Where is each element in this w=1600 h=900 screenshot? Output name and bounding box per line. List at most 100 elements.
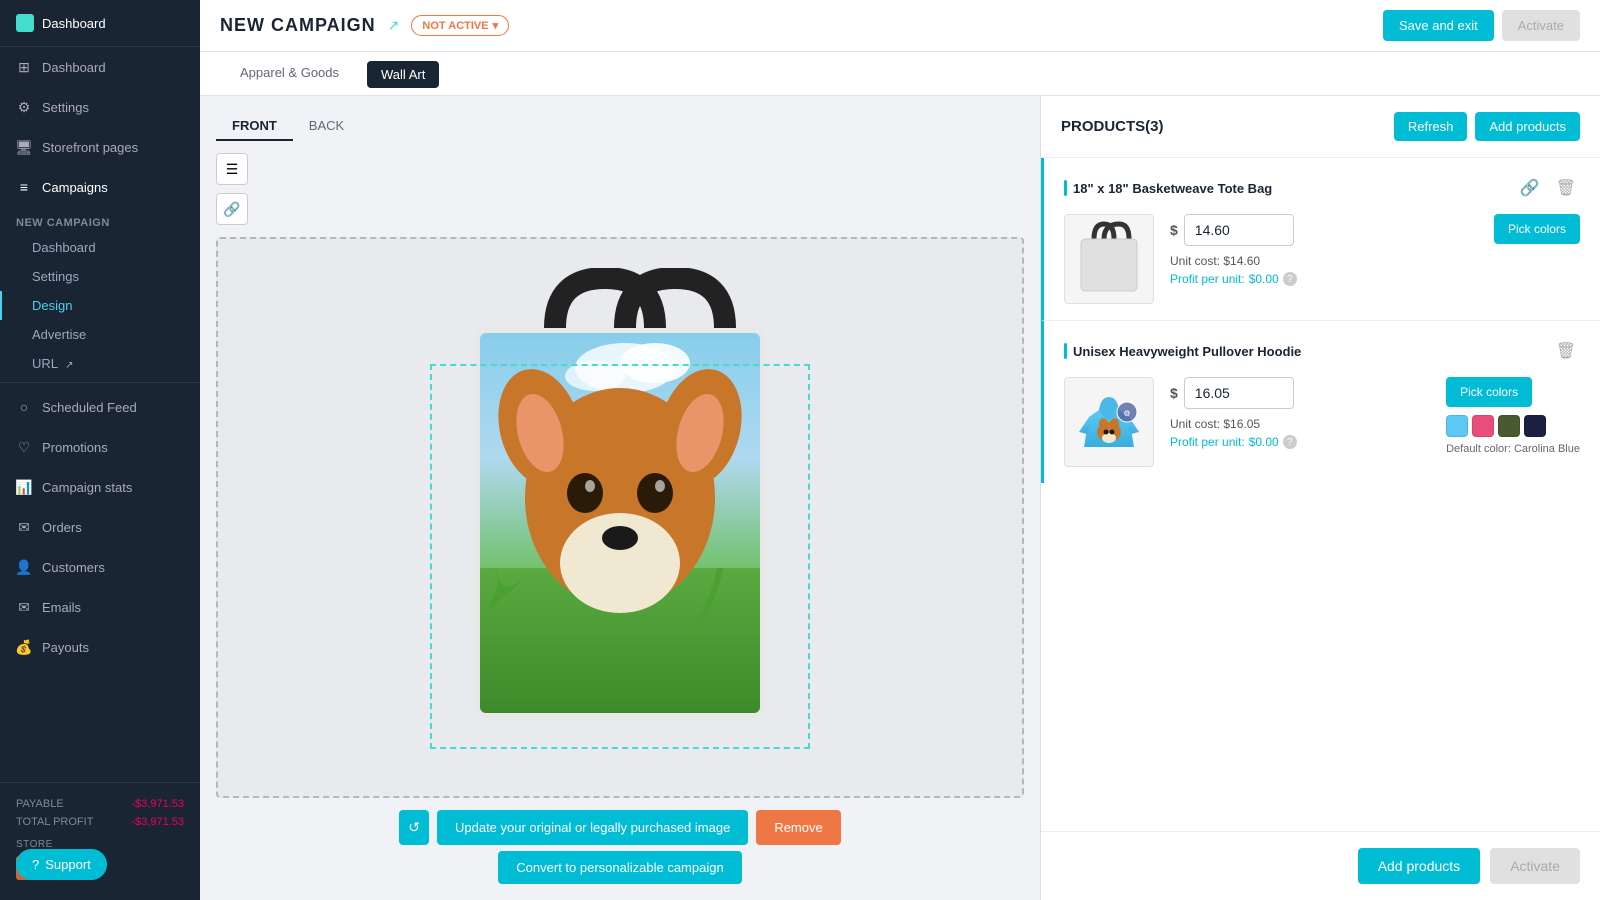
sidebar-item-customers[interactable]: 👤 Customers — [0, 547, 200, 587]
remove-button[interactable]: Remove — [756, 810, 840, 845]
svg-text:⚙: ⚙ — [1123, 409, 1130, 418]
sidebar-item-orders[interactable]: ✉ Orders — [0, 507, 200, 547]
activate-button-top: Activate — [1502, 10, 1580, 41]
dollar-sign: $ — [1170, 222, 1178, 238]
sidebar-logo-label: Dashboard — [42, 16, 106, 31]
sidebar-sub-design[interactable]: Design — [0, 291, 200, 320]
emails-icon: ✉ — [16, 599, 32, 615]
sidebar-item-dashboard[interactable]: ⊞ Dashboard — [0, 47, 200, 87]
refresh-products-button[interactable]: Refresh — [1394, 112, 1468, 141]
color-swatch-navy[interactable] — [1524, 415, 1546, 437]
tab-apparel[interactable]: Apparel & Goods — [220, 53, 359, 95]
dashboard-icon: ⊞ — [16, 59, 32, 75]
pick-colors-button-hoodie[interactable]: Pick colors — [1446, 377, 1532, 407]
sidebar-sub-label: Dashboard — [32, 240, 96, 255]
add-products-header-button[interactable]: Add products — [1475, 112, 1580, 141]
product-delete-button-hoodie[interactable]: 🗑 — [1552, 337, 1580, 365]
default-color-label: Default color: Carolina Blue — [1446, 443, 1580, 455]
sidebar-sub-dashboard[interactable]: Dashboard — [0, 233, 200, 262]
refresh-image-button[interactable]: ↺ — [399, 810, 429, 845]
product-link-button[interactable]: 🔗 — [1516, 174, 1544, 202]
tab-wall-art[interactable]: Wall Art — [367, 61, 439, 88]
sidebar-item-campaign-stats[interactable]: 📊 Campaign stats — [0, 467, 200, 507]
products-footer: Add products Activate — [1041, 831, 1600, 900]
sidebar-item-scheduled[interactable]: ○ Scheduled Feed — [0, 387, 200, 427]
link-tool-button[interactable]: 🔗 — [216, 193, 248, 225]
content-area: FRONT BACK ☰ 🔗 — [200, 96, 1600, 900]
add-products-footer-button[interactable]: Add products — [1358, 848, 1481, 884]
design-tools: ☰ 🔗 — [216, 153, 1024, 225]
product-colors-col-hoodie: Pick colors Default color: Carolina Blue — [1446, 377, 1580, 455]
product-delete-button[interactable]: 🗑 — [1552, 174, 1580, 202]
link-icon: 🔗 — [223, 201, 240, 218]
main-area: NEW CAMPAIGN ↗ NOT ACTIVE ▾ Save and exi… — [200, 0, 1600, 900]
color-swatch-pink[interactable] — [1472, 415, 1494, 437]
trash-icon: 🗑 — [1556, 180, 1576, 197]
support-button[interactable]: ? Support — [16, 849, 107, 880]
save-exit-button[interactable]: Save and exit — [1383, 10, 1494, 41]
product-name: 18" x 18" Basketweave Tote Bag — [1064, 180, 1272, 196]
sidebar-item-storefront[interactable]: 🖥 Storefront pages — [0, 127, 200, 167]
external-link-icon[interactable]: ↗ — [388, 17, 400, 34]
product-card-body: $ Unit cost: $14.60 Profit per unit: $0.… — [1064, 214, 1580, 304]
tote-bag-svg — [425, 268, 815, 768]
profit-per-unit-tote: Profit per unit: $0.00 ? — [1170, 272, 1478, 286]
sidebar-item-emails[interactable]: ✉ Emails — [0, 587, 200, 627]
pick-colors-button-tote[interactable]: Pick colors — [1494, 214, 1580, 244]
payable-value: -$3,971.53 — [131, 798, 184, 810]
sidebar: Dashboard ⊞ Dashboard ⚙ Settings 🖥 Store… — [0, 0, 200, 900]
sidebar-sub-settings[interactable]: Settings — [0, 262, 200, 291]
help-icon-hoodie[interactable]: ? — [1283, 435, 1297, 449]
product-thumbnail-tote — [1064, 214, 1154, 304]
tote-canvas-inner — [425, 268, 815, 768]
status-badge[interactable]: NOT ACTIVE ▾ — [411, 15, 509, 36]
tote-thumb-svg — [1069, 219, 1149, 299]
payable-label: PAYABLE — [16, 798, 64, 810]
tab-wall-art-label: Wall Art — [381, 67, 425, 82]
total-profit-row: TOTAL PROFIT -$3,971.53 — [16, 813, 184, 831]
product-thumbnail-hoodie: ⚙ — [1064, 377, 1154, 467]
page-title: NEW CAMPAIGN — [220, 15, 376, 36]
color-swatches — [1446, 415, 1580, 437]
hoodie-thumb-svg: ⚙ — [1069, 382, 1149, 462]
customers-icon: 👤 — [16, 559, 32, 575]
color-swatch-green[interactable] — [1498, 415, 1520, 437]
design-canvas — [216, 237, 1024, 798]
design-panel: FRONT BACK ☰ 🔗 — [200, 96, 1040, 900]
sidebar-item-campaigns[interactable]: ≡ Campaigns — [0, 167, 200, 207]
status-label: NOT ACTIVE — [422, 20, 488, 32]
sidebar-sub-label: Advertise — [32, 327, 86, 342]
price-input-row: $ — [1170, 214, 1478, 246]
campaigns-icon: ≡ — [16, 179, 32, 195]
price-input-tote[interactable] — [1184, 214, 1294, 246]
convert-campaign-button[interactable]: Convert to personalizable campaign — [498, 851, 741, 884]
design-tab-back[interactable]: BACK — [293, 112, 360, 141]
price-input-hoodie[interactable] — [1184, 377, 1294, 409]
update-image-button[interactable]: Update your original or legally purchase… — [437, 810, 748, 845]
total-profit-label: TOTAL PROFIT — [16, 816, 93, 828]
storefront-icon: 🖥 — [16, 139, 32, 155]
sidebar-item-promotions[interactable]: ♡ Promotions — [0, 427, 200, 467]
design-tab-front[interactable]: FRONT — [216, 112, 293, 141]
unit-cost-tote: Unit cost: $14.60 — [1170, 254, 1478, 268]
design-action-buttons: ↺ Update your original or legally purcha… — [216, 810, 1024, 845]
sidebar-item-payouts[interactable]: 💰 Payouts — [0, 627, 200, 667]
help-icon[interactable]: ? — [1283, 272, 1297, 286]
product-card-actions-hoodie: 🗑 — [1552, 337, 1580, 365]
color-swatch-blue[interactable] — [1446, 415, 1468, 437]
sidebar-sub-advertise[interactable]: Advertise — [0, 320, 200, 349]
product-card-header-hoodie: Unisex Heavyweight Pullover Hoodie 🗑 — [1064, 337, 1580, 365]
topbar-left: NEW CAMPAIGN ↗ NOT ACTIVE ▾ — [220, 15, 509, 36]
sidebar-item-label: Orders — [42, 520, 82, 535]
settings-icon: ⚙ — [16, 99, 32, 115]
product-card-tote: 18" x 18" Basketweave Tote Bag 🔗 🗑 — [1041, 158, 1600, 321]
product-name-hoodie: Unisex Heavyweight Pullover Hoodie — [1064, 343, 1301, 359]
product-name-bar — [1064, 343, 1067, 359]
sidebar-logo[interactable]: Dashboard — [0, 0, 200, 47]
sidebar-section-header: New Campaign — [0, 207, 200, 233]
sidebar-sub-url[interactable]: URL ↗ — [0, 349, 200, 378]
sidebar-item-settings[interactable]: ⚙ Settings — [0, 87, 200, 127]
stats-icon: 📊 — [16, 479, 32, 495]
sidebar-sub-label: Design — [32, 298, 72, 313]
align-tool-button[interactable]: ☰ — [216, 153, 248, 185]
